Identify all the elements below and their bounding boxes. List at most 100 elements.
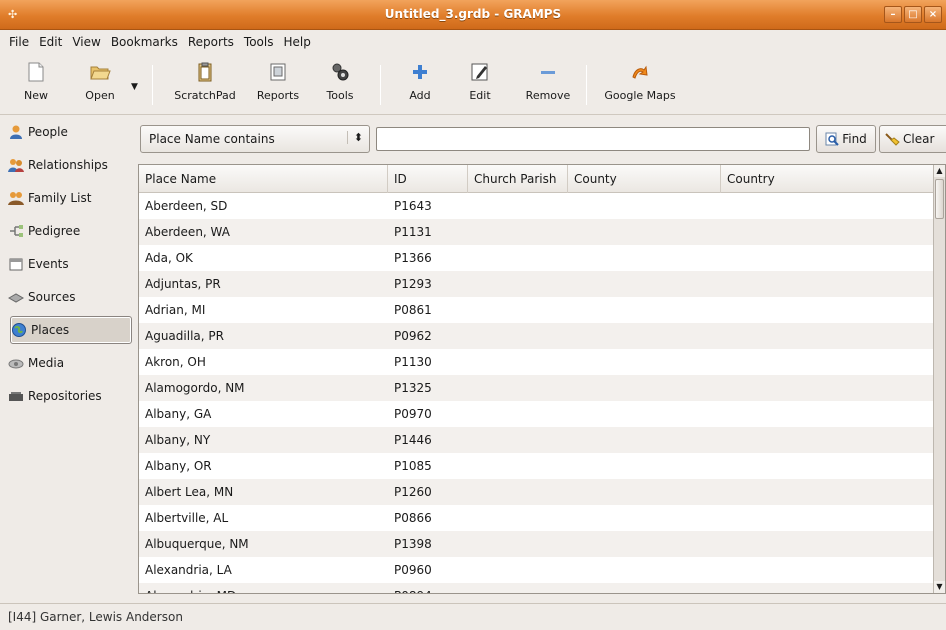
sidebar-item-people[interactable]: People (8, 118, 132, 146)
repositories-icon (9, 392, 23, 401)
tools-label: Tools (326, 89, 354, 102)
table-row[interactable]: Albany, OR P1085 (139, 453, 934, 479)
edit-button[interactable]: Edit (458, 61, 502, 103)
cell-place-name: Albert Lea, MN (145, 485, 234, 499)
cell-place-name: Albertville, AL (145, 511, 229, 525)
maximize-button[interactable]: □ (904, 6, 922, 23)
sidebar-item-media[interactable]: Media (8, 349, 132, 377)
clear-button[interactable]: Clear (879, 125, 946, 153)
status-bar: [I44] Garner, Lewis Anderson (0, 603, 946, 630)
cell-id: P1366 (394, 251, 432, 265)
sidebar-item-repositories[interactable]: Repositories (8, 382, 132, 410)
toolbar-separator (380, 65, 381, 105)
menu-tools[interactable]: Tools (239, 32, 279, 52)
sidebar-item-label: Events (28, 257, 69, 271)
table-row[interactable]: Albany, NY P1446 (139, 427, 934, 453)
sidebar-item-events[interactable]: Events (8, 250, 132, 278)
table-row[interactable]: Alamogordo, NM P1325 (139, 375, 934, 401)
reports-button[interactable]: Reports (250, 61, 306, 103)
people-icon (10, 125, 22, 139)
table-body: Aberdeen, SD P1643 Aberdeen, WA P1131 Ada, O… (139, 193, 934, 593)
table-row[interactable]: Akron, OH P1130 (139, 349, 934, 375)
table-row[interactable]: Alexandria, LA P0960 (139, 557, 934, 583)
broom-icon (885, 133, 900, 146)
search-input[interactable] (376, 127, 810, 151)
edit-icon (471, 63, 488, 81)
column-header-county[interactable]: County (568, 165, 721, 193)
add-icon (413, 65, 427, 79)
new-button[interactable]: New (10, 61, 62, 103)
column-header-id[interactable]: ID (388, 165, 468, 193)
column-header-church-parish[interactable]: Church Parish (468, 165, 568, 193)
open-label: Open (85, 89, 115, 102)
open-folder-icon (90, 66, 111, 80)
open-button[interactable]: Open (74, 61, 126, 103)
menu-edit[interactable]: Edit (34, 32, 67, 52)
table-row[interactable]: Albuquerque, NM P1398 (139, 531, 934, 557)
family-list-icon (8, 192, 24, 205)
sidebar-item-label: Pedigree (28, 224, 81, 238)
cell-place-name: Albany, OR (145, 459, 212, 473)
find-button[interactable]: Find (816, 125, 876, 153)
minimize-button[interactable]: – (884, 6, 902, 23)
sidebar-item-label: Family List (28, 191, 92, 205)
cell-place-name: Albany, NY (145, 433, 211, 447)
menu-file[interactable]: File (4, 32, 34, 52)
cell-id: P1085 (394, 459, 432, 473)
column-header-country[interactable]: Country (721, 165, 934, 193)
tools-button[interactable]: Tools (318, 61, 362, 103)
cell-place-name: Alexandria, LA (145, 563, 232, 577)
clipboard-icon (198, 62, 212, 82)
table-row[interactable]: Aberdeen, WA P1131 (139, 219, 934, 245)
scroll-thumb[interactable] (935, 179, 944, 219)
sidebar-item-relationships[interactable]: Relationships (8, 151, 132, 179)
find-label: Find (842, 132, 867, 146)
filter-select[interactable]: Place Name contains ⬍ (140, 125, 370, 153)
sidebar-item-pedigree[interactable]: Pedigree (8, 217, 132, 245)
menu-help[interactable]: Help (278, 32, 315, 52)
add-button[interactable]: Add (398, 61, 442, 103)
table-row[interactable]: Alexandria, MD P0894 (139, 583, 934, 593)
vertical-scrollbar[interactable]: ▲ ▼ (933, 165, 945, 593)
cell-place-name: Aberdeen, SD (145, 199, 228, 213)
google-maps-button[interactable]: Google Maps (594, 61, 686, 103)
arrow-icon (632, 65, 648, 79)
table-row[interactable]: Albany, GA P0970 (139, 401, 934, 427)
table-row[interactable]: Aguadilla, PR P0962 (139, 323, 934, 349)
sidebar-item-family-list[interactable]: Family List (8, 184, 132, 212)
places-table: Place Name ID Church Parish County Count… (138, 164, 946, 594)
sidebar-item-places[interactable]: Places (10, 316, 132, 344)
remove-label: Remove (525, 89, 571, 102)
scroll-down-icon[interactable]: ▼ (934, 581, 945, 593)
menu-bar: File Edit View Bookmarks Reports Tools H… (0, 31, 946, 53)
open-dropdown-icon[interactable]: ▼ (131, 82, 138, 92)
add-label: Add (409, 89, 431, 102)
cell-id: P1325 (394, 381, 432, 395)
cell-id: P0962 (394, 329, 432, 343)
close-button[interactable]: × (924, 6, 942, 23)
table-row[interactable]: Albertville, AL P0866 (139, 505, 934, 531)
reports-label: Reports (256, 89, 300, 102)
column-header-place-name[interactable]: Place Name (139, 165, 388, 193)
table-row[interactable]: Aberdeen, SD P1643 (139, 193, 934, 219)
cell-place-name: Ada, OK (145, 251, 193, 265)
table-row[interactable]: Ada, OK P1366 (139, 245, 934, 271)
menu-reports[interactable]: Reports (183, 32, 239, 52)
cell-id: P1398 (394, 537, 432, 551)
scratchpad-button[interactable]: ScratchPad (165, 61, 245, 103)
table-row[interactable]: Adrian, MI P0861 (139, 297, 934, 323)
cell-id: P1260 (394, 485, 432, 499)
remove-button[interactable]: Remove (520, 61, 576, 103)
sidebar-item-label: Media (28, 356, 65, 370)
menu-bookmarks[interactable]: Bookmarks (106, 32, 183, 52)
sidebar-item-sources[interactable]: Sources (8, 283, 132, 311)
scroll-up-icon[interactable]: ▲ (934, 165, 945, 177)
cell-place-name: Aberdeen, WA (145, 225, 230, 239)
chevron-updown-icon: ⬍ (346, 131, 363, 144)
menu-view[interactable]: View (67, 32, 105, 52)
table-row[interactable]: Adjuntas, PR P1293 (139, 271, 934, 297)
sidebar-item-label: People (28, 125, 68, 139)
edit-label: Edit (469, 89, 491, 102)
cell-id: P1643 (394, 199, 432, 213)
table-row[interactable]: Albert Lea, MN P1260 (139, 479, 934, 505)
